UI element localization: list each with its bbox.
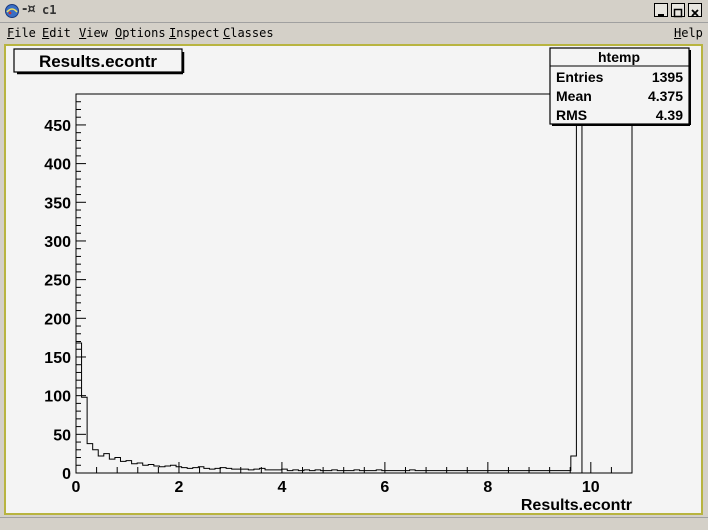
maximize-icon — [673, 8, 683, 18]
y-tick-label: 50 — [53, 427, 71, 444]
x-tick-label: 6 — [380, 479, 389, 496]
histogram-bin — [209, 469, 215, 473]
histogram-bin — [576, 94, 582, 473]
histogram-bars — [75, 93, 632, 474]
y-tick-label: 250 — [44, 273, 71, 290]
close-icon — [691, 9, 699, 17]
histogram-bin — [243, 469, 249, 473]
window-menu-icon[interactable]: -¤ — [22, 2, 36, 17]
histogram-plot[interactable]: Results.econtr 0501001502002503003504004… — [6, 46, 701, 513]
y-tick-label: 200 — [44, 311, 71, 328]
stats-value-mean: 4.375 — [648, 88, 683, 104]
menu-edit[interactable]: Edit — [42, 26, 71, 40]
minimize-icon — [658, 14, 664, 16]
menu-file[interactable]: File — [7, 26, 36, 40]
histogram-bin — [237, 469, 243, 473]
status-bar — [0, 517, 708, 530]
histogram-bin — [254, 469, 260, 473]
histogram-bin — [109, 459, 115, 473]
stats-label-entries: Entries — [556, 69, 604, 85]
histogram-bin — [98, 456, 104, 473]
histogram-bin — [165, 466, 171, 473]
root-app-icon[interactable] — [4, 3, 20, 19]
histogram-bin — [187, 468, 193, 473]
window-title: c1 — [42, 3, 57, 17]
x-axis: 0 2 4 6 8 10 — [72, 462, 612, 496]
menu-classes[interactable]: Classes — [223, 26, 274, 40]
histogram-bin — [232, 469, 238, 473]
histogram-bin — [148, 464, 154, 473]
histogram-bin — [126, 461, 132, 473]
x-tick-label: 0 — [72, 479, 81, 496]
histogram-bin — [159, 467, 165, 473]
maximize-button[interactable] — [671, 3, 685, 18]
menu-inspect[interactable]: Inspect — [169, 26, 220, 40]
histogram-bin — [193, 468, 199, 473]
y-axis: 0 50 100 150 200 250 300 350 400 450 — [44, 101, 86, 483]
minimize-button[interactable] — [654, 3, 668, 17]
histogram-outline — [75, 93, 632, 474]
histogram-bin — [571, 456, 577, 473]
plot-title: Results.econtr — [39, 52, 157, 71]
histogram-bin — [282, 469, 288, 473]
histogram-bin — [171, 465, 177, 473]
histogram-bin — [182, 468, 188, 473]
histogram-bin — [115, 458, 121, 473]
histogram-bin — [204, 468, 210, 473]
x-tick-label: 4 — [277, 479, 286, 496]
title-bar: -¤ c1 — [0, 0, 708, 23]
stats-label-rms: RMS — [556, 107, 587, 123]
menu-bar: File Edit View Options Inspect Classes H… — [0, 23, 708, 43]
x-tick-label: 10 — [582, 479, 600, 496]
histogram-bin — [104, 454, 110, 473]
y-tick-label: 350 — [44, 195, 71, 212]
y-tick-label: 400 — [44, 157, 71, 174]
y-tick-label: 0 — [62, 466, 71, 483]
menu-options[interactable]: Options — [115, 26, 166, 40]
x-tick-label: 8 — [483, 479, 492, 496]
histogram-bin — [120, 461, 126, 473]
canvas-pad[interactable]: Results.econtr 0 50 100 150 200 250 300 350 400 4… — [4, 44, 703, 515]
stats-label-mean: Mean — [556, 88, 592, 104]
histogram-bin — [221, 468, 227, 473]
histogram-bin — [259, 468, 265, 473]
stats-box: htemp Entries 1395 Mean 4.375 RMS 4.39 — [549, 47, 691, 126]
x-axis-label: Results.econtr — [521, 497, 632, 513]
plot-area — [75, 93, 633, 474]
stats-title: htemp — [598, 49, 640, 65]
histogram-bin — [87, 444, 93, 473]
histogram-bin — [93, 450, 99, 473]
y-tick-label: 450 — [44, 118, 71, 135]
menu-help[interactable]: Help — [674, 26, 703, 40]
histogram-bin — [82, 397, 88, 473]
histogram-bin — [76, 343, 82, 473]
y-tick-label: 100 — [44, 389, 71, 406]
histogram-bin — [226, 468, 232, 473]
y-tick-label: 300 — [44, 234, 71, 251]
histogram-bin — [132, 464, 138, 473]
x-tick-label: 2 — [175, 479, 184, 496]
y-tick-label: 150 — [44, 350, 71, 367]
menu-view[interactable]: View — [79, 26, 108, 40]
close-button[interactable] — [688, 3, 702, 17]
histogram-bin — [143, 465, 149, 473]
stats-value-entries: 1395 — [652, 69, 683, 85]
stats-value-rms: 4.39 — [656, 107, 683, 123]
